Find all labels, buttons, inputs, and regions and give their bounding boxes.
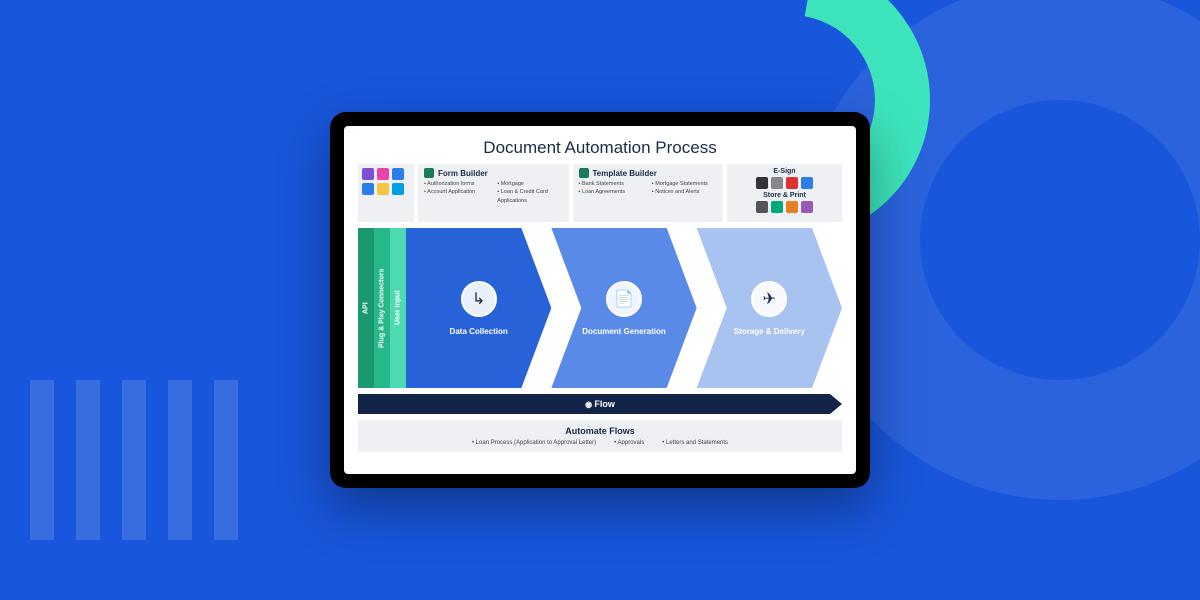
integration-icon	[756, 201, 768, 213]
integration-icon	[801, 201, 813, 213]
integration-icon	[786, 201, 798, 213]
branch-icon: ↳	[461, 281, 497, 317]
template-item: • Notices and Alerts	[652, 188, 717, 196]
flow-label: Flow	[585, 399, 615, 409]
connector-icon	[392, 183, 404, 195]
integration-icon	[801, 177, 813, 189]
side-label-connectors: Plug & Play Connectors	[374, 228, 390, 388]
template-item: • Mortgage Statements	[652, 180, 717, 188]
form-item: • Authorization forms	[424, 180, 489, 188]
template-item: • Loan Agreements	[579, 188, 644, 196]
integration-icon	[771, 201, 783, 213]
side-label-api: API	[358, 228, 374, 388]
automate-item: • Letters and Statements	[662, 440, 728, 446]
diagram-title: Document Automation Process	[358, 136, 842, 158]
tablet-screen: Document Automation Process Form Builder…	[344, 126, 856, 474]
template-builder-box: Template Builder • Bank Statements • Loa…	[573, 164, 724, 222]
template-builder-title: Template Builder	[579, 168, 718, 178]
esign-store-box: E-Sign Store & Print	[727, 164, 842, 222]
integration-icon	[756, 177, 768, 189]
top-row: Form Builder • Authorization forms • Acc…	[358, 164, 842, 222]
integration-icon	[771, 177, 783, 189]
side-label-user-input: User Input	[390, 228, 406, 388]
connector-icons-box	[358, 164, 414, 222]
automate-title: Automate Flows	[364, 426, 836, 436]
automate-item: • Approvals	[614, 440, 644, 446]
automate-flows-box: Automate Flows • Loan Process (Applicati…	[358, 420, 842, 452]
chevron-storage-delivery: ✈ Storage & Delivery	[697, 228, 842, 388]
connector-icon	[362, 183, 374, 195]
document-icon: 📄	[606, 281, 642, 317]
form-item: • Loan & Credit Card Applications	[497, 188, 562, 205]
connector-icon	[377, 183, 389, 195]
form-builder-box: Form Builder • Authorization forms • Acc…	[418, 164, 569, 222]
form-builder-title: Form Builder	[424, 168, 563, 178]
form-item: • Account Application	[424, 188, 489, 196]
tablet-frame: Document Automation Process Form Builder…	[330, 112, 870, 488]
chevron-label: Data Collection	[450, 327, 508, 336]
chevron-document-generation: 📄 Document Generation	[551, 228, 696, 388]
store-print-label: Store & Print	[733, 192, 836, 199]
connector-icon	[362, 168, 374, 180]
connector-icon	[392, 168, 404, 180]
chevron-label: Storage & Delivery	[734, 327, 805, 336]
side-labels: API Plug & Play Connectors User Input	[358, 228, 406, 388]
chevron-data-collection: ↳ Data Collection	[406, 228, 551, 388]
automate-item: • Loan Process (Application to Approval …	[472, 440, 596, 446]
form-item: • Mortgage	[497, 180, 562, 188]
connector-icon	[377, 168, 389, 180]
esign-label: E-Sign	[733, 168, 836, 175]
send-icon: ✈	[751, 281, 787, 317]
template-item: • Bank Statements	[579, 180, 644, 188]
chevron-label: Document Generation	[582, 327, 666, 336]
flow-bar: Flow	[358, 394, 842, 414]
process-chevrons: API Plug & Play Connectors User Input ↳ …	[358, 228, 842, 388]
integration-icon	[786, 177, 798, 189]
background-bars	[30, 380, 238, 540]
